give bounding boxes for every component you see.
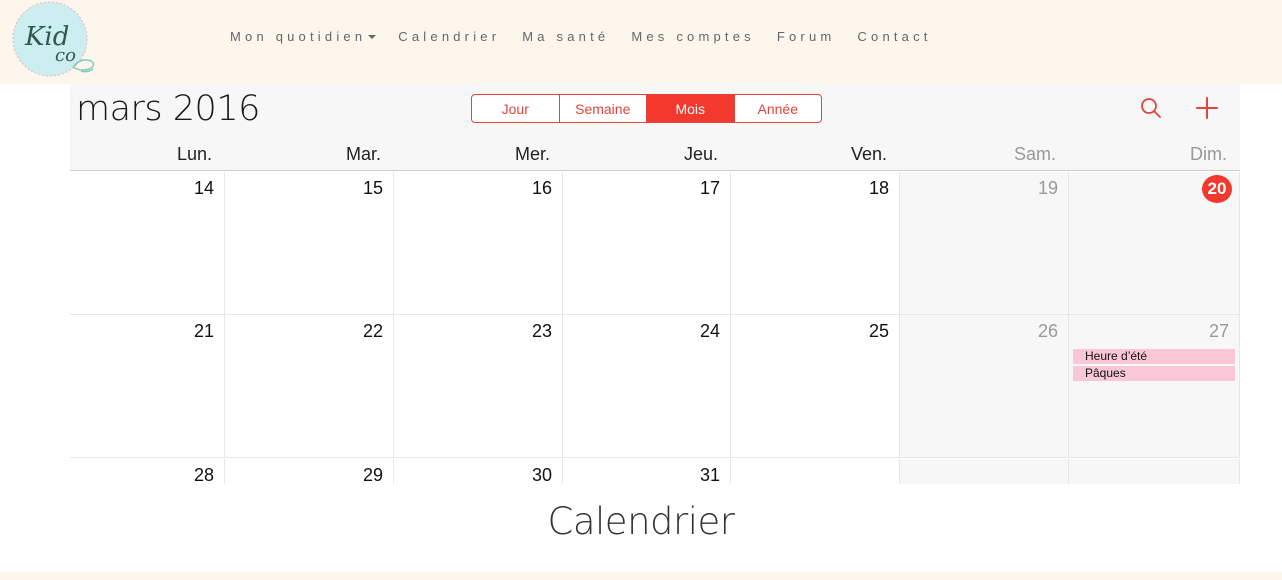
day-cell[interactable]: 28 <box>70 459 225 484</box>
weekday-label: Mar. <box>345 144 381 164</box>
nav-item-label: Calendrier <box>398 29 501 44</box>
day-cell[interactable]: 29 <box>225 459 394 484</box>
day-cell[interactable] <box>731 459 900 484</box>
weekday-label: Jeu. <box>683 144 718 164</box>
day-number: 17 <box>699 178 720 198</box>
calendar-event[interactable]: Heure d’été <box>1073 349 1235 364</box>
weekday-label: Ven. <box>850 144 887 164</box>
nav-item-ma-sante[interactable]: Ma santé <box>522 29 609 44</box>
logo-text-co: co <box>55 45 76 66</box>
day-number: 29 <box>362 465 383 484</box>
month-title: mars 2016 <box>76 89 260 129</box>
day-cell[interactable]: 21 <box>70 315 225 458</box>
day-number: 25 <box>868 321 889 341</box>
day-number: 15 <box>362 178 383 198</box>
calendar-event[interactable]: Pâques <box>1073 366 1235 381</box>
day-cell[interactable]: 31 <box>563 459 731 484</box>
day-number: 23 <box>531 321 552 341</box>
nav-item-mon-quotidien[interactable]: Mon quotidien <box>230 29 377 44</box>
day-number: 22 <box>362 321 383 341</box>
site-header: Kid co Mon quotidien Calendrier Ma santé… <box>0 0 1282 84</box>
day-number: 27 <box>1208 321 1229 341</box>
nav-item-label: Mes comptes <box>631 29 755 44</box>
main-nav: Mon quotidien Calendrier Ma santé Mes co… <box>230 29 954 44</box>
nav-item-label: Mon quotidien <box>230 29 367 44</box>
weekday-label: Dim. <box>1190 144 1227 164</box>
day-cell[interactable]: 18 <box>731 172 900 315</box>
day-number: 14 <box>193 178 214 198</box>
day-cell[interactable]: 17 <box>563 172 731 315</box>
calendar-screenshot: mars 2016 Jour Semaine Mois Année Lun. Ma… <box>70 84 1240 484</box>
day-cell[interactable]: 16 <box>394 172 563 315</box>
page-caption: Calendrier <box>547 500 735 543</box>
kidco-logo[interactable]: Kid co <box>11 1 101 79</box>
nav-item-label: Ma santé <box>522 29 610 44</box>
footer-strip <box>0 572 1282 580</box>
calendar-toolbar: mars 2016 Jour Semaine Mois Année Lun. Ma… <box>70 84 1240 171</box>
weekday-label: Lun. <box>176 144 212 164</box>
nav-item-label: Forum <box>776 29 836 44</box>
nav-item-contact[interactable]: Contact <box>857 29 931 44</box>
day-cell[interactable] <box>1069 459 1240 484</box>
weekday-label: Mer. <box>514 144 550 164</box>
weekday-label: Sam. <box>1013 144 1056 164</box>
search-icon[interactable] <box>1139 96 1163 120</box>
day-number: 28 <box>193 465 214 484</box>
chevron-down-icon <box>368 35 377 39</box>
day-cell[interactable]: 15 <box>225 172 394 315</box>
day-cell[interactable]: 30 <box>394 459 563 484</box>
view-year-button[interactable]: Année <box>735 95 822 122</box>
day-cell[interactable]: 27 Heure d’été Pâques <box>1069 315 1240 458</box>
day-number: 18 <box>868 178 889 198</box>
plus-icon[interactable] <box>1194 95 1220 121</box>
day-cell[interactable]: 19 <box>900 172 1069 315</box>
nav-item-label: Contact <box>857 29 932 44</box>
day-number: 31 <box>699 465 720 484</box>
day-cell[interactable] <box>900 459 1069 484</box>
day-cell[interactable]: 25 <box>731 315 900 458</box>
view-month-button[interactable]: Mois <box>647 95 735 122</box>
today-badge: 20 <box>1202 175 1232 203</box>
logo-graphic: Kid co <box>12 1 95 77</box>
nav-item-calendrier[interactable]: Calendrier <box>398 29 500 44</box>
day-cell[interactable]: 20 <box>1069 172 1240 315</box>
nav-item-mes-comptes[interactable]: Mes comptes <box>631 29 755 44</box>
day-cell[interactable]: 24 <box>563 315 731 458</box>
nav-item-forum[interactable]: Forum <box>777 29 836 44</box>
day-cell[interactable]: 26 <box>900 315 1069 458</box>
day-number: 30 <box>531 465 552 484</box>
day-number: 16 <box>531 178 552 198</box>
view-switcher: Jour Semaine Mois Année <box>471 94 822 123</box>
day-number: 26 <box>1037 321 1058 341</box>
day-cell[interactable]: 14 <box>70 172 225 315</box>
day-number: 19 <box>1037 178 1058 198</box>
day-number: 24 <box>699 321 720 341</box>
day-number: 21 <box>193 321 214 341</box>
day-cell[interactable]: 23 <box>394 315 563 458</box>
day-cell[interactable]: 22 <box>225 315 394 458</box>
view-week-button[interactable]: Semaine <box>560 95 647 122</box>
view-day-button[interactable]: Jour <box>472 95 560 122</box>
